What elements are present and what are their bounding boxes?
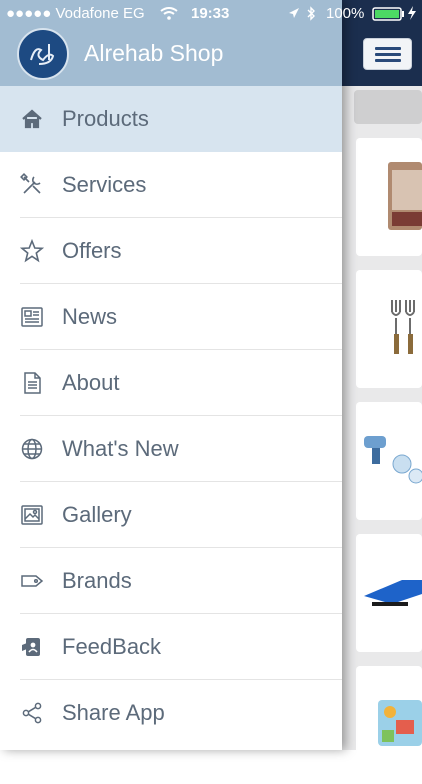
menu-item-label: News <box>62 304 118 329</box>
menu-item-services[interactable]: Services <box>0 152 342 218</box>
hamburger-line <box>375 47 401 50</box>
wifi-icon <box>160 7 178 20</box>
carrier-label: ●●●●● Vodafone EG <box>6 5 145 22</box>
tools-icon <box>20 173 41 194</box>
hamburger-line <box>375 59 401 62</box>
product-thumbnail <box>364 436 422 484</box>
menu-item-label: About <box>62 370 120 395</box>
menu-item-gallery[interactable]: Gallery <box>0 482 342 548</box>
globe-icon <box>21 438 43 460</box>
shop-logo-icon <box>17 28 69 80</box>
search-strip <box>354 90 422 124</box>
app-title: Alrehab Shop <box>84 40 224 66</box>
menu-item-label: Brands <box>62 568 132 593</box>
menu-item-brands[interactable]: Brands <box>0 548 342 614</box>
bluetooth-icon <box>307 6 315 21</box>
status-bar: ●●●●● Vodafone EG 19:33 100% <box>0 0 422 28</box>
hamburger-line <box>375 53 401 56</box>
menu-item-label: Offers <box>62 238 122 263</box>
newspaper-icon <box>21 307 43 327</box>
menu-item-label: FeedBack <box>62 634 162 659</box>
product-card[interactable] <box>356 138 422 256</box>
charging-icon <box>408 6 416 20</box>
menu-item-label: Services <box>62 172 147 197</box>
menu-item-label: Share App <box>62 700 165 725</box>
tag-icon <box>21 575 44 587</box>
image-icon <box>21 505 43 525</box>
navigation-drawer: Alrehab Shop Products Services Offers News A… <box>0 0 342 750</box>
product-thumbnail <box>388 162 422 230</box>
product-thumbnail <box>391 300 415 354</box>
menu-item-offers[interactable]: Offers <box>0 218 342 284</box>
document-icon <box>24 372 41 394</box>
product-card[interactable] <box>356 666 422 784</box>
location-arrow-icon <box>289 8 299 18</box>
product-card[interactable] <box>356 270 422 388</box>
share-icon <box>22 702 42 724</box>
menu-item-label: Gallery <box>62 502 132 527</box>
menu-item-feedback[interactable]: FeedBack <box>0 614 342 680</box>
menu-item-news[interactable]: News <box>0 284 342 350</box>
menu-item-what-s-new[interactable]: What's New <box>0 416 342 482</box>
feedback-icon <box>22 638 40 656</box>
menu-item-share-app[interactable]: Share App <box>0 680 342 746</box>
product-card[interactable] <box>356 402 422 520</box>
battery-icon <box>372 7 404 21</box>
product-thumbnail <box>378 700 422 746</box>
product-thumbnail <box>364 580 422 606</box>
home-icon <box>22 109 42 129</box>
star-icon <box>20 239 44 263</box>
clock-label: 19:33 <box>191 5 230 22</box>
menu-item-label: Products <box>62 106 149 131</box>
menu-toggle-button[interactable] <box>363 38 412 70</box>
battery-label: 100% <box>326 5 365 22</box>
menu-item-about[interactable]: About <box>0 350 342 416</box>
menu-item-products[interactable]: Products <box>0 86 342 152</box>
product-card[interactable] <box>356 534 422 652</box>
menu-item-label: What's New <box>62 436 179 461</box>
